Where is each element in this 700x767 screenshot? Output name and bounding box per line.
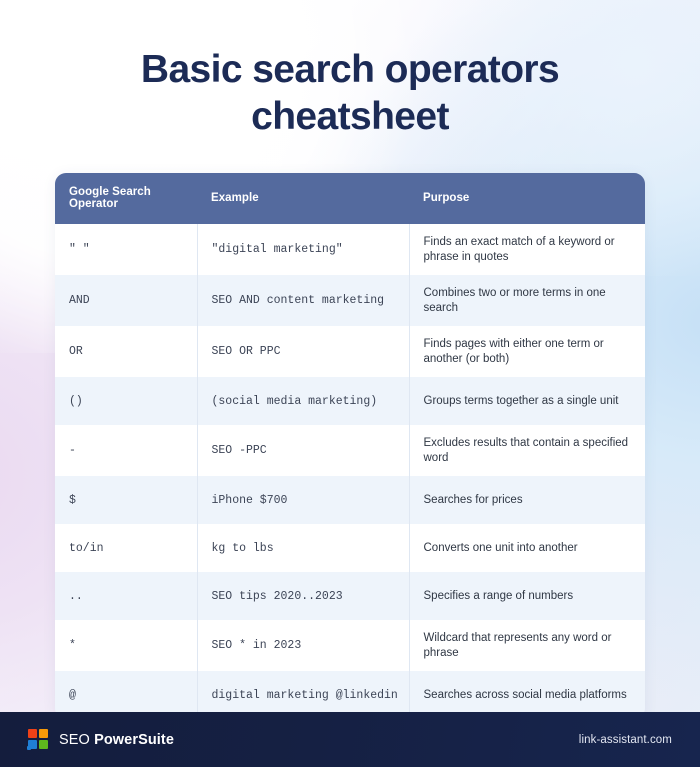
cell-purpose: Wildcard that represents any word or phr…: [423, 632, 612, 659]
table-header: Google Search Operator Example Purpose: [55, 173, 645, 224]
table-row: () (social media marketing) Groups terms t…: [55, 377, 645, 425]
cell-operator: " ": [55, 224, 198, 275]
cell-operator: ..: [55, 572, 198, 620]
column-header-example: Example: [197, 173, 409, 224]
logo-square-bottom-right: [39, 740, 48, 749]
cell-purpose: Converts one unit into another: [423, 541, 578, 554]
page-title-line-2: cheatsheet: [251, 95, 449, 138]
logo-square-top-left: [28, 729, 37, 738]
logo-dot: [27, 746, 31, 750]
cell-operator: -: [55, 425, 198, 476]
page-title: Basic search operators cheatsheet: [0, 46, 700, 140]
table-row: - SEO -PPC Excludes results that contain a…: [55, 425, 645, 476]
table-row: AND SEO AND content marketing Combines two…: [55, 275, 645, 326]
brand-name-light: SEO: [59, 731, 95, 748]
column-header-purpose: Purpose: [409, 173, 645, 224]
column-header-operator: Google Search Operator: [55, 173, 197, 224]
cell-purpose: Finds pages with either one term or anot…: [423, 338, 604, 365]
page-title-line-1: Basic search operators: [140, 48, 560, 91]
cell-purpose: Groups terms together as a single unit: [423, 394, 619, 407]
cell-example: kg to lbs: [197, 524, 410, 572]
cell-operator: $: [55, 476, 198, 524]
brand-name-bold: PowerSuite: [94, 731, 175, 748]
cheatsheet-table: Google Search Operator Example Purpose "…: [55, 173, 645, 719]
table-row: " " "digital marketing" Finds an exact mat…: [55, 224, 645, 275]
table-row: to/in kg to lbs Converts one unit into ano…: [55, 524, 645, 572]
cell-example: (social media marketing): [197, 377, 410, 425]
site-url[interactable]: link-assistant.com: [579, 734, 672, 746]
cell-purpose: Finds an exact match of a keyword or phr…: [423, 236, 615, 263]
cell-purpose: Specifies a range of numbers: [423, 589, 574, 602]
brand-name: SEO PowerSuite: [59, 732, 174, 748]
seo-powersuite-logo-icon: [27, 729, 49, 750]
cell-operator: (): [55, 377, 198, 425]
cell-operator: *: [55, 620, 198, 671]
cell-operator: OR: [55, 326, 198, 377]
table-row: $ iPhone $700 Searches for prices: [55, 476, 645, 524]
cheatsheet-table-card: Google Search Operator Example Purpose "…: [55, 173, 645, 719]
cell-purpose: Excludes results that contain a specifie…: [423, 437, 629, 464]
cell-purpose: Combines two or more terms in one search: [423, 287, 606, 314]
table-header-row: Google Search Operator Example Purpose: [55, 173, 645, 224]
cell-example: SEO -PPC: [197, 425, 410, 476]
cell-example: SEO OR PPC: [197, 326, 410, 377]
cell-example: SEO AND content marketing: [197, 275, 410, 326]
cell-example: iPhone $700: [197, 476, 410, 524]
brand: SEO PowerSuite: [27, 729, 174, 750]
cell-example: SEO tips 2020..2023: [197, 572, 410, 620]
table-body: " " "digital marketing" Finds an exact mat…: [55, 224, 645, 719]
table-row: * SEO * in 2023 Wildcard that represents a…: [55, 620, 645, 671]
cell-purpose: Searches for prices: [423, 493, 523, 506]
cell-example: SEO * in 2023: [197, 620, 410, 671]
cell-example: "digital marketing": [197, 224, 410, 275]
cell-operator: AND: [55, 275, 198, 326]
table-row: OR SEO OR PPC Finds pages with either one …: [55, 326, 645, 377]
table-row: .. SEO tips 2020..2023 Specifies a range o…: [55, 572, 645, 620]
cell-operator: to/in: [55, 524, 198, 572]
footer-bar: SEO PowerSuite link-assistant.com: [0, 712, 700, 767]
logo-square-top-right: [39, 729, 48, 738]
